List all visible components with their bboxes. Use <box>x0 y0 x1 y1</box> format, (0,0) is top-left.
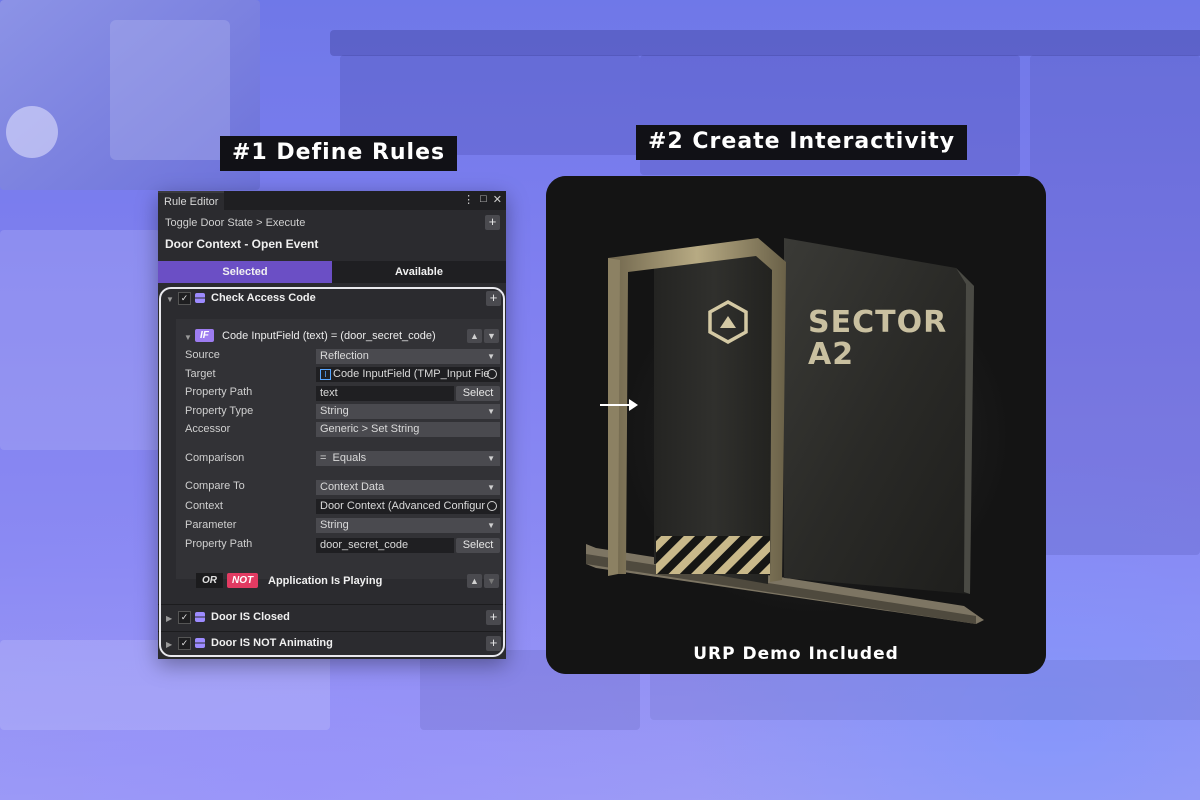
tab-selected[interactable]: Selected <box>158 261 332 283</box>
door-illustration: SECTOR A2 <box>586 238 984 624</box>
background-blur-shape <box>1030 55 1200 555</box>
define-rules-heading: #1 Define Rules <box>220 136 458 171</box>
create-interactivity-heading: #2 Create Interactivity <box>636 125 968 160</box>
panel-titlebar: Rule Editor ⋮ □ ✕ <box>158 191 506 210</box>
demo-card: SECTOR A2 URP Demo Included <box>546 176 1046 674</box>
context-title: Door Context - Open Event <box>165 237 319 251</box>
demo-caption: URP Demo Included <box>693 644 899 664</box>
breadcrumb: Toggle Door State > Execute <box>165 217 306 229</box>
arrow-right-icon <box>600 399 638 411</box>
close-icon[interactable]: ✕ <box>493 193 502 206</box>
door-panel <box>654 246 774 584</box>
add-button[interactable]: + <box>485 215 500 230</box>
door-sign-line2: A2 <box>808 337 854 372</box>
door-sign-line1: SECTOR <box>808 305 947 340</box>
rule-list-highlight <box>159 287 505 657</box>
background-blur-shape <box>0 230 160 450</box>
hazard-stripes <box>656 536 770 574</box>
tab-available[interactable]: Available <box>332 261 506 283</box>
rule-editor-panel: Rule Editor ⋮ □ ✕ Toggle Door State > Ex… <box>158 191 506 659</box>
kebab-menu-icon[interactable]: ⋮ <box>463 193 474 206</box>
maximize-icon[interactable]: □ <box>480 193 487 206</box>
background-blur-circle <box>6 106 58 158</box>
wall-panel <box>784 238 974 594</box>
background-blur-shape <box>110 20 230 160</box>
background-blur-shape <box>330 30 1200 56</box>
panel-tab-title[interactable]: Rule Editor <box>158 191 225 210</box>
tab-bar: Selected Available <box>158 261 506 283</box>
window-buttons: ⋮ □ ✕ <box>463 193 502 206</box>
